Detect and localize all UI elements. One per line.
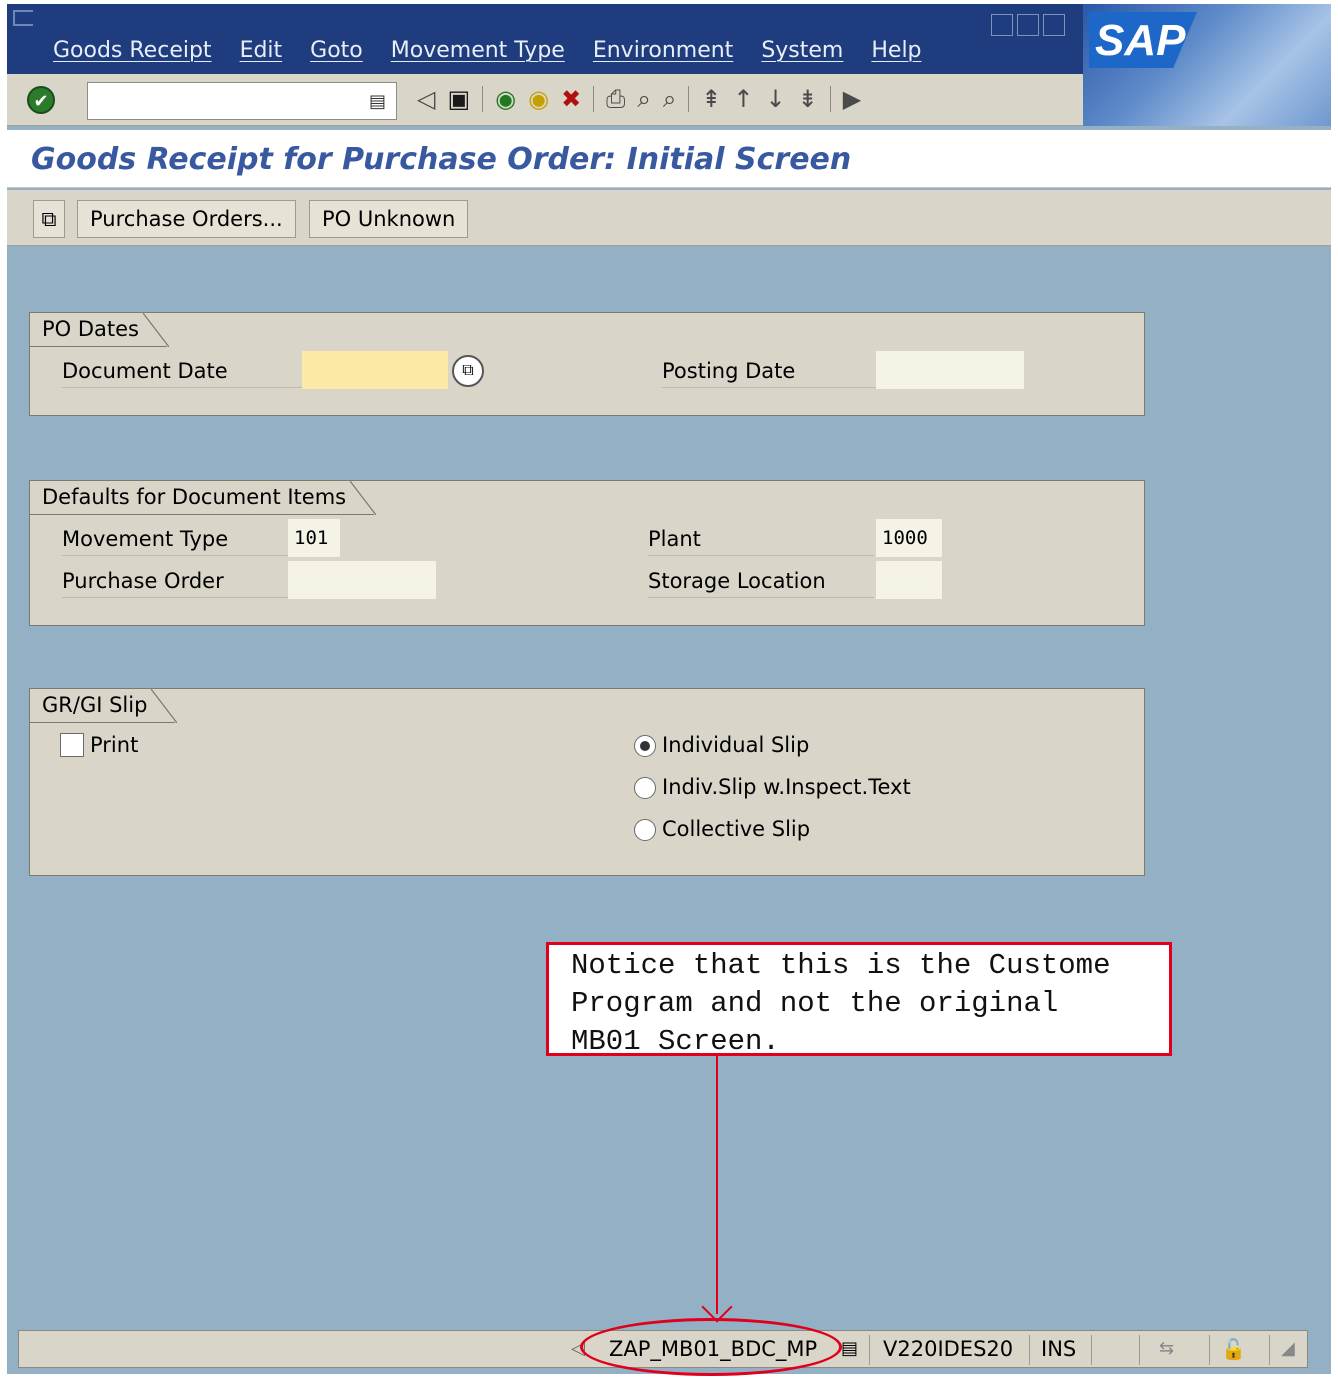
title-bar: Goods Receipt for Purchase Order: Initia… (7, 130, 1331, 188)
menu-system[interactable]: System (761, 38, 843, 63)
purchase-order-field[interactable] (288, 561, 436, 599)
individual-slip-radio[interactable] (634, 735, 656, 757)
gr-gi-slip-title: GR/GI Slip (30, 689, 178, 723)
maximize-icon[interactable] (1017, 14, 1039, 36)
collective-slip-radio[interactable] (634, 819, 656, 841)
system-menu-icon[interactable] (13, 10, 33, 26)
sap-logo: SAP (1083, 4, 1331, 126)
next-page-icon[interactable]: ↓ (766, 84, 786, 114)
menu-goods-receipt[interactable]: Goods Receipt (53, 38, 212, 63)
lock-icon[interactable]: 🔓 (1221, 1333, 1246, 1365)
command-field[interactable]: ▤ (87, 82, 397, 120)
individual-slip-label: Individual Slip (662, 733, 810, 757)
annotation-highlight-ellipse (580, 1318, 842, 1376)
indiv-slip-inspect-radio[interactable] (634, 777, 656, 799)
resize-grip-icon[interactable]: ◢ (1281, 1333, 1295, 1365)
last-page-icon[interactable]: ⇟ (798, 84, 818, 114)
sap-logo-text: SAP (1095, 16, 1186, 65)
po-unknown-button[interactable]: PO Unknown (309, 200, 469, 238)
posting-date-field[interactable] (876, 351, 1024, 389)
value-help-icon[interactable]: ⧉ (452, 355, 484, 387)
status-system: V220IDES20 (883, 1337, 1014, 1361)
indiv-slip-inspect-label: Indiv.Slip w.Inspect.Text (662, 775, 911, 799)
prev-page-icon[interactable]: ↑ (733, 84, 753, 114)
command-page-icon[interactable]: ▤ (369, 91, 386, 112)
copy-icon: ⧉ (41, 207, 57, 231)
storage-location-label: Storage Location (648, 569, 874, 598)
menu-environment[interactable]: Environment (593, 38, 733, 63)
storage-location-field[interactable] (876, 561, 942, 599)
minimize-icon[interactable] (991, 14, 1013, 36)
standard-toolbar: ✔ ▤ ◁ ▣ ◉ ◉ ✖ ⎙ ⌕ ⌕ ⇞ ↑ ↓ ⇟ ▶ (7, 74, 1083, 126)
po-dates-title: PO Dates (30, 313, 170, 347)
print-checkbox[interactable] (60, 733, 84, 757)
print-icon[interactable]: ⎙ (606, 84, 625, 114)
menu: Goods Receipt Edit Goto Movement Type En… (53, 38, 950, 63)
page-title: Goods Receipt for Purchase Order: Initia… (31, 142, 852, 177)
posting-date-label: Posting Date (662, 359, 876, 388)
plant-field[interactable] (876, 519, 942, 557)
exit-icon[interactable]: ◉ (528, 84, 549, 114)
menu-edit[interactable]: Edit (240, 38, 283, 63)
window-controls (991, 14, 1065, 36)
save-icon[interactable]: ▣ (447, 84, 470, 114)
toolbar-icons: ◁ ▣ ◉ ◉ ✖ ⎙ ⌕ ⌕ ⇞ ↑ ↓ ⇟ ▶ (417, 84, 861, 114)
application-toolbar: ⧉ Purchase Orders... PO Unknown (7, 190, 1331, 246)
plant-label: Plant (648, 527, 874, 556)
purchase-orders-button[interactable]: Purchase Orders... (77, 200, 296, 238)
status-mode: INS (1041, 1337, 1077, 1361)
first-page-icon[interactable]: ⇞ (701, 84, 721, 114)
menu-goto[interactable]: Goto (310, 38, 363, 63)
purchase-order-label: Purchase Order (62, 569, 288, 598)
back-icon[interactable]: ◉ (495, 84, 516, 114)
defaults-title: Defaults for Document Items (30, 481, 377, 515)
print-label: Print (90, 733, 139, 757)
movement-type-label: Movement Type (62, 527, 288, 556)
cancel-icon[interactable]: ✖ (561, 84, 581, 114)
status-list-icon[interactable]: ▤ (841, 1333, 858, 1365)
collective-slip-label: Collective Slip (662, 817, 811, 841)
menu-help[interactable]: Help (871, 38, 921, 63)
customize-layout-icon[interactable]: ▶ (843, 84, 861, 114)
annotation-callout: Notice that this is the Custome Program … (546, 942, 1172, 1056)
gr-gi-slip-group: GR/GI Slip Print Individual Slip Indiv.S… (29, 688, 1145, 876)
find-icon[interactable]: ⌕ (637, 84, 650, 114)
sap-window: Goods Receipt Edit Goto Movement Type En… (7, 4, 1331, 1374)
document-date-field[interactable] (302, 351, 448, 389)
defaults-group: Defaults for Document Items Movement Typ… (29, 480, 1145, 626)
po-dates-group: PO Dates Document Date ⧉ Posting Date (29, 312, 1145, 416)
nav-left-icon[interactable]: ◁ (417, 84, 435, 114)
close-icon[interactable] (1043, 14, 1065, 36)
hold-data-button[interactable]: ⧉ (33, 200, 65, 238)
enter-icon[interactable]: ✔ (27, 86, 55, 114)
document-date-label: Document Date (62, 359, 302, 388)
movement-type-field[interactable] (288, 519, 340, 557)
menu-movement-type[interactable]: Movement Type (391, 38, 565, 63)
find-next-icon[interactable]: ⌕ (663, 84, 676, 114)
annotation-arrow-line (716, 1056, 718, 1314)
connection-icon: ⇆ (1159, 1338, 1175, 1359)
